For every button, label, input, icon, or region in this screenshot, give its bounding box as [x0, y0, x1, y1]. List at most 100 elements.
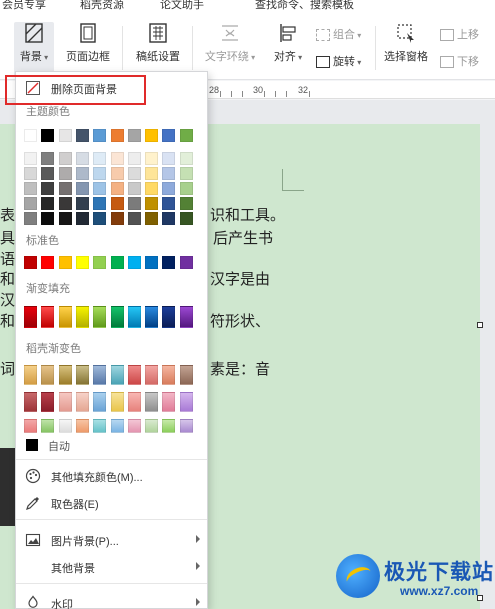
gradient-fill-swatch[interactable]: [145, 306, 159, 328]
gradient-fill-swatch[interactable]: [162, 306, 176, 328]
gradient-fill-swatch[interactable]: [58, 306, 72, 328]
docer-gradient-swatch[interactable]: [41, 419, 55, 433]
theme-shade-swatch[interactable]: [127, 182, 141, 195]
docer-gradient-swatch[interactable]: [110, 419, 124, 433]
theme-shade-swatch[interactable]: [75, 212, 89, 225]
standard-color-swatch[interactable]: [93, 256, 107, 269]
standard-color-swatch[interactable]: [110, 256, 124, 269]
gradient-fill-swatch[interactable]: [41, 306, 55, 328]
dark-image-block[interactable]: [0, 448, 16, 526]
bring-forward-button[interactable]: 上移: [440, 26, 495, 42]
theme-shade-swatch[interactable]: [145, 152, 159, 165]
docer-gradient-swatch[interactable]: [93, 365, 107, 385]
rotate-button[interactable]: 旋转 ▾: [316, 53, 376, 69]
docer-gradient-swatch[interactable]: [58, 365, 72, 385]
group-button[interactable]: 组合 ▾: [316, 26, 376, 42]
other-fill-colors-item[interactable]: 其他填充颜色(M)...: [16, 463, 207, 489]
theme-color-swatch[interactable]: [179, 129, 193, 142]
theme-color-swatch[interactable]: [58, 129, 72, 142]
theme-shade-swatch[interactable]: [162, 182, 176, 195]
standard-color-swatch[interactable]: [24, 256, 37, 269]
theme-shade-swatch[interactable]: [75, 197, 89, 210]
docer-gradient-swatch[interactable]: [24, 392, 37, 412]
menu-item-paper-assistant[interactable]: 论文助手: [160, 0, 204, 12]
theme-shade-swatch[interactable]: [145, 182, 159, 195]
theme-shade-swatch[interactable]: [93, 197, 107, 210]
docer-gradient-swatch[interactable]: [75, 365, 89, 385]
docer-gradient-swatch[interactable]: [162, 392, 176, 412]
standard-color-swatch[interactable]: [179, 256, 193, 269]
theme-shade-swatch[interactable]: [41, 212, 55, 225]
standard-color-swatch[interactable]: [41, 256, 55, 269]
selection-pane-button[interactable]: 选择窗格: [380, 22, 432, 64]
docer-gradient-swatch[interactable]: [127, 419, 141, 433]
theme-shade-swatch[interactable]: [162, 167, 176, 180]
theme-color-swatch[interactable]: [145, 129, 159, 142]
standard-color-swatch[interactable]: [127, 256, 141, 269]
docer-gradient-swatch[interactable]: [110, 365, 124, 385]
theme-shade-swatch[interactable]: [110, 152, 124, 165]
docer-gradient-swatch[interactable]: [145, 419, 159, 433]
grid-paper-button[interactable]: 稿纸设置: [133, 22, 183, 64]
docer-gradient-swatch[interactable]: [41, 392, 55, 412]
page-border-button[interactable]: 页面边框: [63, 22, 113, 64]
menu-item-vip[interactable]: 会员专享: [2, 0, 46, 12]
theme-shade-swatch[interactable]: [24, 197, 37, 210]
theme-shade-swatch[interactable]: [179, 167, 193, 180]
docer-gradient-swatch[interactable]: [24, 365, 37, 385]
theme-shade-swatch[interactable]: [93, 212, 107, 225]
theme-shade-swatch[interactable]: [41, 167, 55, 180]
send-backward-button[interactable]: 下移: [440, 53, 495, 69]
gradient-fill-swatch[interactable]: [24, 306, 37, 328]
theme-shade-swatch[interactable]: [179, 197, 193, 210]
gradient-fill-swatch[interactable]: [110, 306, 124, 328]
theme-shade-swatch[interactable]: [110, 167, 124, 180]
docer-gradient-swatch[interactable]: [24, 419, 37, 433]
theme-shade-swatch[interactable]: [110, 212, 124, 225]
text-wrap-button[interactable]: 文字环绕 ▾: [200, 22, 260, 64]
docer-gradient-swatch[interactable]: [75, 419, 89, 433]
theme-shade-swatch[interactable]: [24, 182, 37, 195]
remove-page-background-item[interactable]: 删除页面背景: [5, 75, 207, 105]
docer-gradient-swatch[interactable]: [58, 419, 72, 433]
docer-gradient-swatch[interactable]: [75, 392, 89, 412]
theme-color-swatch[interactable]: [127, 129, 141, 142]
theme-shade-swatch[interactable]: [162, 152, 176, 165]
theme-shade-swatch[interactable]: [179, 212, 193, 225]
docer-gradient-swatch[interactable]: [110, 392, 124, 412]
gradient-fill-swatch[interactable]: [75, 306, 89, 328]
theme-shade-swatch[interactable]: [24, 167, 37, 180]
theme-shade-swatch[interactable]: [58, 152, 72, 165]
resize-handle[interactable]: [477, 322, 483, 328]
theme-color-swatch[interactable]: [93, 129, 107, 142]
standard-color-swatch[interactable]: [145, 256, 159, 269]
watermark-item[interactable]: 水印: [16, 590, 207, 609]
docer-gradient-swatch[interactable]: [179, 392, 193, 412]
theme-shade-swatch[interactable]: [179, 152, 193, 165]
auto-color-item[interactable]: 自动: [16, 434, 207, 456]
theme-shade-swatch[interactable]: [41, 152, 55, 165]
theme-shade-swatch[interactable]: [179, 182, 193, 195]
theme-shade-swatch[interactable]: [127, 212, 141, 225]
docer-gradient-swatch[interactable]: [93, 392, 107, 412]
theme-color-swatch[interactable]: [24, 129, 37, 142]
standard-color-swatch[interactable]: [162, 256, 176, 269]
theme-shade-swatch[interactable]: [75, 152, 89, 165]
theme-shade-swatch[interactable]: [127, 167, 141, 180]
theme-shade-swatch[interactable]: [145, 197, 159, 210]
docer-gradient-swatch[interactable]: [145, 392, 159, 412]
other-background-item[interactable]: 其他背景: [16, 554, 207, 580]
docer-gradient-swatch[interactable]: [179, 419, 193, 433]
align-button[interactable]: 对齐 ▾: [270, 22, 306, 64]
background-button[interactable]: 背景 ▾: [14, 22, 54, 76]
theme-shade-swatch[interactable]: [58, 182, 72, 195]
theme-shade-swatch[interactable]: [58, 197, 72, 210]
picture-background-item[interactable]: 图片背景(P)...: [16, 527, 207, 553]
docer-gradient-swatch[interactable]: [127, 365, 141, 385]
theme-shade-swatch[interactable]: [93, 182, 107, 195]
theme-shade-swatch[interactable]: [110, 197, 124, 210]
docer-gradient-swatch[interactable]: [41, 365, 55, 385]
theme-shade-swatch[interactable]: [127, 152, 141, 165]
docer-gradient-swatch[interactable]: [93, 419, 107, 433]
theme-shade-swatch[interactable]: [110, 182, 124, 195]
